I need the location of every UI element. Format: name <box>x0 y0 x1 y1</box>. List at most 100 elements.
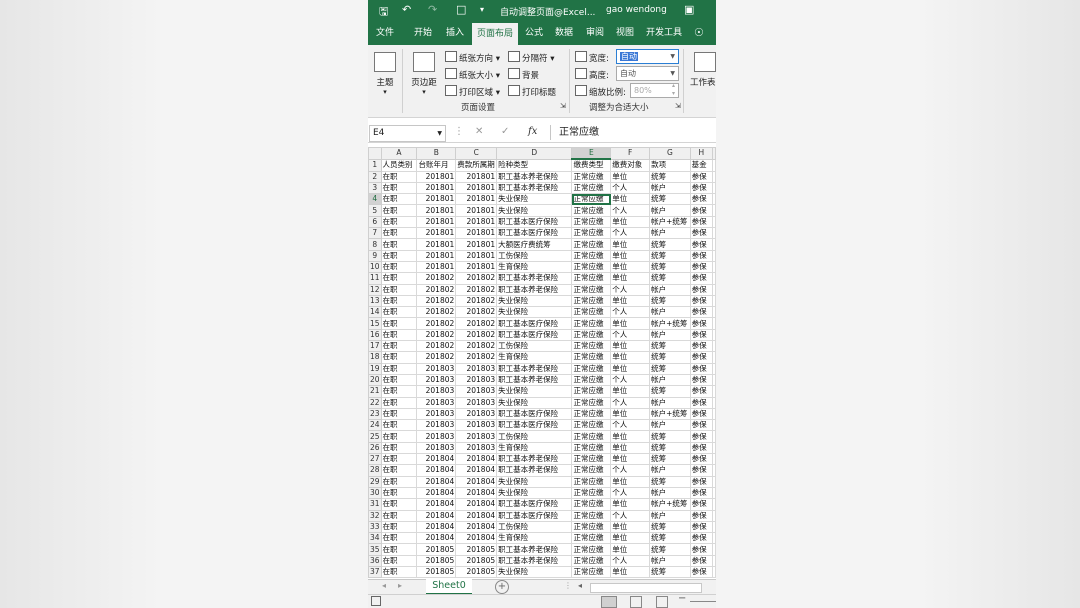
cell[interactable] <box>712 520 716 534</box>
cell[interactable]: 201801 <box>416 170 457 183</box>
cell[interactable]: 201804 <box>416 509 457 522</box>
cell[interactable]: 201801 <box>455 238 498 251</box>
cell[interactable]: 个人 <box>610 396 651 409</box>
cell[interactable]: 201802 <box>455 340 498 353</box>
cell[interactable] <box>712 351 716 364</box>
cell[interactable]: 单位 <box>610 351 651 364</box>
cell[interactable]: 基金 <box>689 158 714 172</box>
cell[interactable]: 工伤保险 <box>496 520 573 534</box>
cell[interactable]: 职工基本医疗保险 <box>496 227 573 240</box>
cell[interactable]: 201802 <box>455 294 498 308</box>
cell[interactable]: 单位 <box>610 249 651 262</box>
new-file-icon[interactable]: □ <box>456 3 466 16</box>
row-header[interactable]: 11 <box>368 272 382 285</box>
cell[interactable] <box>712 215 716 229</box>
cell[interactable]: 参保 <box>689 283 714 296</box>
row-header[interactable]: 16 <box>368 328 382 342</box>
cell[interactable]: 在职 <box>380 204 418 217</box>
cell[interactable]: 参保 <box>689 272 714 285</box>
width-dropdown[interactable]: 自动 ▼ <box>616 49 679 64</box>
cell[interactable]: 参保 <box>689 204 714 217</box>
cell[interactable]: 正常应缴 <box>571 272 612 285</box>
cell[interactable]: 职工基本医疗保险 <box>496 328 573 342</box>
row-header[interactable]: 24 <box>368 419 382 432</box>
row-header[interactable]: 5 <box>368 204 382 217</box>
cell[interactable]: 201802 <box>416 272 457 285</box>
cell[interactable]: 参保 <box>689 509 714 522</box>
cell[interactable]: 在职 <box>380 328 418 342</box>
cell[interactable]: 201802 <box>416 294 457 308</box>
cell[interactable]: 生育保险 <box>496 532 573 545</box>
scroll-right-icon[interactable]: ▸ <box>398 581 402 590</box>
name-box[interactable]: E4 ▼ <box>369 125 446 142</box>
cell[interactable]: 失业保险 <box>496 193 573 206</box>
cell[interactable]: 在职 <box>380 317 418 330</box>
cell[interactable]: 单位 <box>610 532 651 545</box>
cell[interactable] <box>712 238 716 251</box>
cell[interactable]: 统筹 <box>649 340 691 353</box>
cell[interactable]: 单位 <box>610 565 651 579</box>
customize-qat-icon[interactable]: ▾ <box>480 5 484 14</box>
cell[interactable]: 201802 <box>416 351 457 364</box>
hscroll-left-icon[interactable]: ◂ <box>578 581 582 590</box>
cell[interactable]: 在职 <box>380 498 418 511</box>
cell[interactable]: 职工基本养老保险 <box>496 543 573 556</box>
ribbon-display-icon[interactable]: ▣ <box>684 3 694 16</box>
scale-launcher-icon[interactable]: ⇲ <box>675 102 681 110</box>
cell[interactable]: 统筹 <box>649 520 691 534</box>
cell[interactable]: 在职 <box>380 227 418 240</box>
cell[interactable]: 职工基本养老保险 <box>496 283 573 296</box>
cell[interactable]: 正常应缴 <box>571 407 612 421</box>
cell[interactable]: 201803 <box>455 362 498 375</box>
cell[interactable]: 正常应缴 <box>571 430 612 443</box>
cell[interactable]: 参保 <box>689 543 714 556</box>
cell[interactable] <box>712 441 716 455</box>
background-button[interactable]: 背景 <box>508 68 539 81</box>
cell[interactable]: 帐户+统筹 <box>649 317 691 330</box>
cell[interactable]: 职工基本养老保险 <box>496 181 573 195</box>
cell[interactable] <box>712 260 716 274</box>
row-header[interactable]: 35 <box>368 543 382 556</box>
cell[interactable]: 职工基本医疗保险 <box>496 317 573 330</box>
cell[interactable] <box>712 554 716 567</box>
cell[interactable]: 在职 <box>380 181 418 195</box>
cell[interactable]: 单位 <box>610 260 651 274</box>
row-header[interactable]: 20 <box>368 373 382 387</box>
cell[interactable]: 在职 <box>380 419 418 432</box>
cell[interactable]: 在职 <box>380 340 418 353</box>
cell[interactable]: 参保 <box>689 464 714 477</box>
cell[interactable]: 生育保险 <box>496 260 573 274</box>
horizontal-scrollbar[interactable] <box>590 583 702 593</box>
cell[interactable]: 201801 <box>416 227 457 240</box>
cell[interactable]: 正常应缴 <box>571 204 612 217</box>
row-header[interactable]: 1 <box>368 158 382 172</box>
cell[interactable]: 正常应缴 <box>571 464 612 477</box>
cell[interactable]: 帐户 <box>649 283 691 296</box>
row-header[interactable]: 13 <box>368 294 382 308</box>
cell[interactable]: 失业保险 <box>496 385 573 398</box>
zoom-out-icon[interactable]: − <box>678 593 686 604</box>
cell[interactable]: 单位 <box>610 385 651 398</box>
cell[interactable]: 正常应缴 <box>571 227 612 240</box>
cell[interactable]: 参保 <box>689 407 714 421</box>
cell[interactable]: 失业保险 <box>496 306 573 319</box>
cell[interactable] <box>712 419 716 432</box>
cell[interactable]: 201804 <box>455 453 498 466</box>
cell[interactable]: 统筹 <box>649 453 691 466</box>
cell[interactable]: 在职 <box>380 272 418 285</box>
cell[interactable] <box>712 170 716 183</box>
cell[interactable] <box>712 272 716 285</box>
cell[interactable]: 在职 <box>380 170 418 183</box>
tab-home[interactable]: 开始 <box>414 21 432 45</box>
row-header[interactable]: 30 <box>368 486 382 500</box>
cell[interactable]: 失业保险 <box>496 565 573 579</box>
cell[interactable]: 正常应缴 <box>571 509 612 522</box>
cell[interactable] <box>712 227 716 240</box>
zoom-slider[interactable] <box>690 601 716 602</box>
cell[interactable]: 职工基本养老保险 <box>496 362 573 375</box>
cell[interactable]: 201801 <box>416 215 457 229</box>
cell[interactable]: 帐户+统筹 <box>649 407 691 421</box>
cell[interactable]: 201801 <box>416 181 457 195</box>
cell[interactable]: 在职 <box>380 520 418 534</box>
cell[interactable] <box>712 396 716 409</box>
